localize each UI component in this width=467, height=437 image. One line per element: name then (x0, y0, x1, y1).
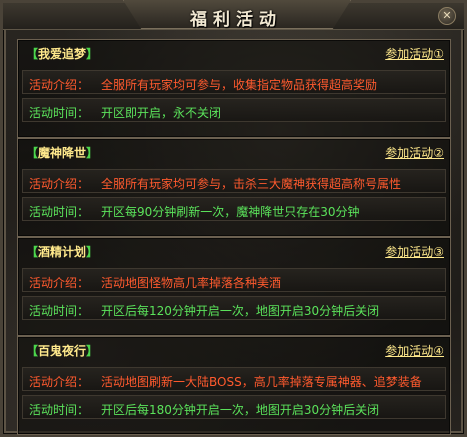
activity-intro-row: 活动介绍： 全服所有玩家均可参与，收集指定物品获得超高奖励 (22, 70, 446, 94)
activity-name: 【魔神降世】 (26, 144, 98, 161)
activity-name: 【百鬼夜行】 (26, 342, 98, 359)
bracket-close: 】 (86, 47, 99, 61)
activity-card-4: 【百鬼夜行】 参加活动④ 活动介绍： 活动地图刷新一大陆BOSS，高几率掉落专属… (17, 336, 451, 435)
bracket-close: 】 (86, 146, 99, 160)
activity-time-row: 活动时间： 开区后每120分钟开启一次，地图开启30分钟后关闭 (22, 296, 446, 320)
time-text: 开区后每180分钟开启一次，地图开启30分钟后关闭 (101, 403, 380, 417)
intro-label: 活动介绍： (29, 177, 90, 191)
join-activity-link-3[interactable]: 参加活动③ (385, 243, 444, 260)
time-text: 开区后每120分钟开启一次，地图开启30分钟后关闭 (101, 304, 380, 318)
bracket-open: 【 (26, 344, 39, 358)
join-activity-link-4[interactable]: 参加活动④ (385, 342, 444, 359)
card-header: 【酒精计划】 参加活动③ (18, 238, 450, 260)
intro-label: 活动介绍： (29, 78, 90, 92)
activity-time-row: 活动时间： 开区后每180分钟开启一次，地图开启30分钟后关闭 (22, 395, 446, 419)
intro-text: 全服所有玩家均可参与，收集指定物品获得超高奖励 (101, 78, 378, 92)
intro-label: 活动介绍： (29, 276, 90, 290)
card-header: 【我爱追梦】 参加活动① (18, 40, 450, 62)
join-activity-link-1[interactable]: 参加活动① (385, 45, 444, 62)
activity-card-2: 【魔神降世】 参加活动② 活动介绍： 全服所有玩家均可参与，击杀三大魔神获得超高… (17, 138, 451, 237)
bracket-open: 【 (26, 47, 39, 61)
window-title: 福利活动 (190, 10, 282, 30)
card-header: 【百鬼夜行】 参加活动④ (18, 337, 450, 359)
welfare-activity-window: 福利活动 ✕ 【我爱追梦】 参加活动① 活动介绍： 全服所有玩家均可参与，收集指… (0, 0, 467, 437)
activity-name: 【我爱追梦】 (26, 45, 98, 62)
time-label: 活动时间： (29, 205, 90, 219)
activity-time-row: 活动时间： 开区每90分钟刷新一次，魔神降世只存在30分钟 (22, 197, 446, 221)
intro-text: 活动地图刷新一大陆BOSS，高几率掉落专属神器、追梦装备 (101, 375, 422, 389)
time-text: 开区每90分钟刷新一次，魔神降世只存在30分钟 (101, 205, 360, 219)
time-label: 活动时间： (29, 403, 90, 417)
close-button[interactable]: ✕ (438, 7, 456, 25)
activity-card-1: 【我爱追梦】 参加活动① 活动介绍： 全服所有玩家均可参与，收集指定物品获得超高… (17, 39, 451, 138)
activity-name-text: 魔神降世 (38, 146, 87, 160)
bracket-open: 【 (26, 245, 39, 259)
join-activity-link-2[interactable]: 参加活动② (385, 144, 444, 161)
time-text: 开区即开启，永不关闭 (101, 106, 222, 120)
activity-name-text: 酒精计划 (38, 245, 87, 259)
intro-text: 全服所有玩家均可参与，击杀三大魔神获得超高称号属性 (101, 177, 402, 191)
activity-card-3: 【酒精计划】 参加活动③ 活动介绍： 活动地图怪物高几率掉落各种美酒 活动时间：… (17, 237, 451, 336)
bracket-close: 】 (86, 245, 99, 259)
activity-name: 【酒精计划】 (26, 243, 98, 260)
intro-text: 活动地图怪物高几率掉落各种美酒 (101, 276, 282, 290)
activity-name-text: 百鬼夜行 (38, 344, 87, 358)
activity-name-text: 我爱追梦 (38, 47, 87, 61)
time-label: 活动时间： (29, 106, 90, 120)
activity-intro-row: 活动介绍： 活动地图刷新一大陆BOSS，高几率掉落专属神器、追梦装备 (22, 367, 446, 391)
time-label: 活动时间： (29, 304, 90, 318)
card-header: 【魔神降世】 参加活动② (18, 139, 450, 161)
activity-intro-row: 活动介绍： 全服所有玩家均可参与，击杀三大魔神获得超高称号属性 (22, 169, 446, 193)
bracket-open: 【 (26, 146, 39, 160)
activity-time-row: 活动时间： 开区即开启，永不关闭 (22, 98, 446, 122)
intro-label: 活动介绍： (29, 375, 90, 389)
activity-intro-row: 活动介绍： 活动地图怪物高几率掉落各种美酒 (22, 268, 446, 292)
bracket-close: 】 (86, 344, 99, 358)
